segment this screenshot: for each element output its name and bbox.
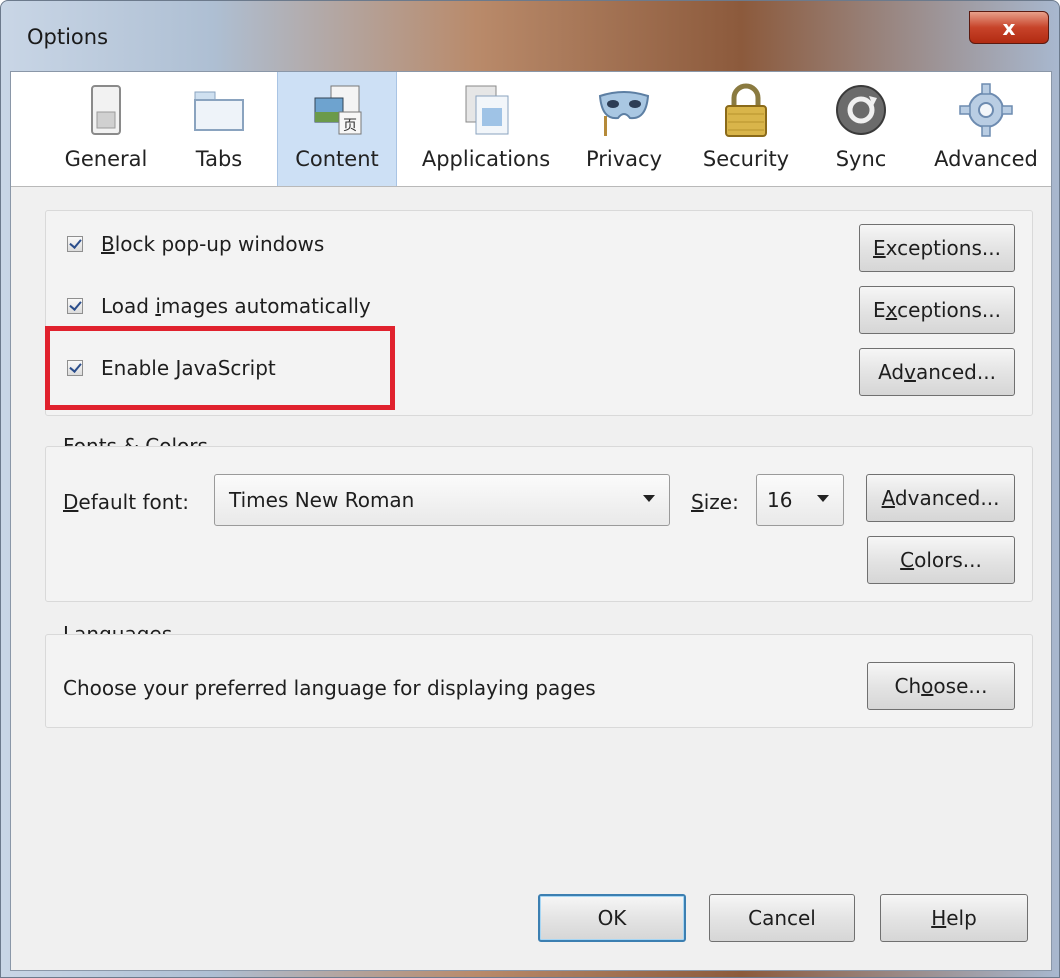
close-icon: x	[1002, 15, 1016, 40]
font-size-select[interactable]: 16	[756, 474, 844, 526]
images-exceptions-button[interactable]: Exceptions...	[859, 286, 1015, 334]
options-window: Options x General Tabs 页 Content Applica…	[0, 0, 1060, 978]
checkbox-checked[interactable]	[67, 298, 83, 314]
fonts-advanced-button[interactable]: Advanced...	[866, 474, 1015, 522]
default-font-value: Times New Roman	[229, 488, 415, 512]
svg-text:页: 页	[343, 118, 357, 134]
javascript-advanced-button[interactable]: Advanced...	[859, 348, 1015, 396]
font-size-value: 16	[767, 488, 793, 512]
tab-content[interactable]: 页 Content	[277, 72, 397, 186]
load-images-checkbox[interactable]: Load images automatically	[67, 291, 371, 321]
gear-icon	[959, 83, 1013, 137]
popup-exceptions-button[interactable]: Exceptions...	[859, 224, 1015, 272]
title-bar[interactable]: Options x	[1, 1, 1060, 71]
tab-security[interactable]: Security	[691, 72, 801, 186]
tab-advanced[interactable]: Advanced	[925, 72, 1047, 186]
tab-tabs[interactable]: Tabs	[177, 72, 261, 186]
tabs-icon	[194, 91, 244, 131]
default-font-label: Default font:	[63, 490, 189, 514]
close-button[interactable]: x	[969, 11, 1049, 44]
tab-applications[interactable]: Applications	[411, 72, 561, 186]
tab-general[interactable]: General	[51, 72, 161, 186]
colors-button[interactable]: Colors...	[867, 536, 1015, 584]
ok-button[interactable]: OK	[538, 894, 686, 942]
choose-language-button[interactable]: Choose...	[867, 662, 1015, 710]
sync-icon	[836, 85, 886, 135]
window-title: Options	[27, 25, 109, 49]
default-font-select[interactable]: Times New Roman	[214, 474, 670, 526]
languages-description: Choose your preferred language for displ…	[63, 676, 596, 700]
help-button[interactable]: Help	[880, 894, 1028, 942]
chevron-down-icon	[817, 495, 829, 502]
content-icon: 页	[314, 85, 362, 135]
padlock-icon	[725, 83, 767, 137]
switch-icon	[91, 85, 121, 135]
load-images-label: Load images automatically	[101, 294, 371, 318]
checkbox-checked[interactable]	[67, 236, 83, 252]
chevron-down-icon	[643, 495, 655, 502]
dialog-client: General Tabs 页 Content Applications Priv…	[10, 71, 1052, 971]
tab-sync[interactable]: Sync	[817, 72, 905, 186]
cancel-button[interactable]: Cancel	[709, 894, 855, 942]
annotation-highlight-box	[45, 326, 395, 410]
mask-icon	[598, 91, 650, 136]
tab-privacy[interactable]: Privacy	[579, 72, 669, 186]
applications-icon	[465, 85, 509, 135]
block-popups-label: Block pop-up windows	[101, 232, 325, 256]
category-toolbar: General Tabs 页 Content Applications Priv…	[11, 72, 1051, 187]
size-label: Size:	[691, 490, 739, 514]
block-popups-checkbox[interactable]: Block pop-up windows	[67, 229, 324, 259]
